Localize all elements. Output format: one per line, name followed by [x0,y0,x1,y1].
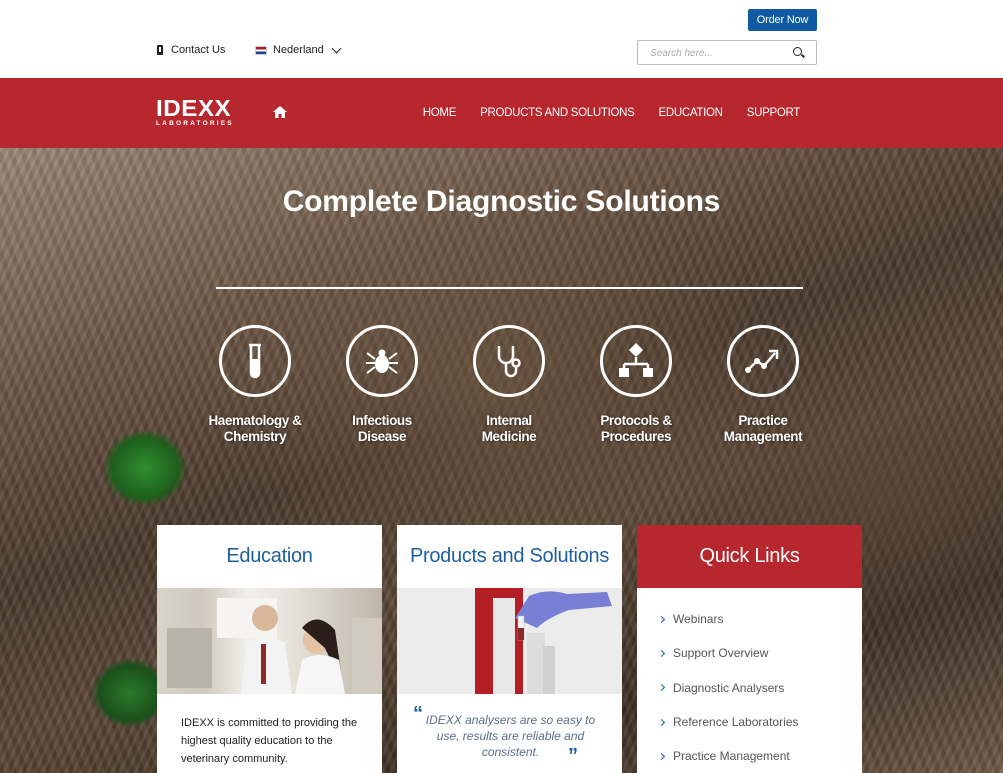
education-card-image [157,588,382,694]
chevron-down-icon [331,43,342,53]
trend-chart-icon [745,349,779,373]
category-label: Protocols & Procedures [600,413,672,444]
tick-icon [366,349,398,374]
search-icon[interactable] [793,47,802,56]
category-label: Infectious Disease [352,413,412,444]
category-circle [727,325,799,397]
products-card-image [397,588,622,694]
quick-link-reference-laboratories[interactable]: Reference Laboratories [657,705,862,739]
products-card-title[interactable]: Products and Solutions [397,525,622,588]
main-nav: IDEXX LABORATORIES HOME PRODUCTS AND SOL… [0,78,1003,148]
category-label: Practice Management [723,413,803,444]
category-label: Haematology & Chemistry [208,413,302,444]
phone-icon [157,45,163,55]
quick-link-support-overview[interactable]: Support Overview [657,636,862,670]
education-card-text: IDEXX is committed to providing the high… [181,717,358,765]
category-circle [346,325,418,397]
hero-divider [216,287,803,289]
products-card-quote: “ IDEXX analysers are so easy to use, re… [397,694,622,766]
country-selector[interactable]: Nederland [255,43,342,56]
quick-links-card: Quick Links Webinars Support Overview Di… [637,525,862,773]
nav-links: HOME PRODUCTS AND SOLUTIONS EDUCATION SU… [399,78,801,148]
category-circle [473,325,545,397]
chevron-right-icon [657,718,666,726]
category-haematology-chemistry[interactable]: Haematology & Chemistry [191,325,319,445]
nav-products-and-solutions[interactable]: PRODUCTS AND SOLUTIONS [480,107,635,119]
category-internal-medicine[interactable]: Internal Medicine [445,325,573,445]
education-card[interactable]: Education IDEXX is committed to providin… [157,525,382,773]
chevron-right-icon [657,752,666,760]
category-circle [219,325,291,397]
nav-education[interactable]: EDUCATION [659,107,723,119]
quick-links-title: Quick Links [637,525,862,588]
category-protocols-procedures[interactable]: Protocols & Procedures [572,325,700,445]
education-card-title[interactable]: Education [157,525,382,588]
search-box [637,40,817,65]
flowchart-icon [619,343,653,377]
test-tube-icon [249,343,261,379]
netherlands-flag-icon [255,45,267,55]
quote-open-icon: “ [413,703,423,725]
chevron-right-icon [657,684,666,692]
hero-banner: Complete Diagnostic Solutions Haematolog… [0,148,1003,773]
home-icon[interactable] [273,106,287,118]
country-label: Nederland [273,44,324,56]
logo-wordmark: IDEXX [156,95,232,121]
chevron-right-icon [657,615,666,623]
category-infectious-disease[interactable]: Infectious Disease [318,325,446,445]
category-label: Internal Medicine [481,413,537,444]
category-circle [600,325,672,397]
stethoscope-icon [497,346,521,378]
quick-link-practice-management[interactable]: Practice Management [657,739,862,773]
category-practice-management[interactable]: Practice Management [699,325,827,445]
contact-us-link[interactable]: Contact Us [157,44,225,56]
nav-home[interactable]: HOME [423,107,457,119]
logo-subtitle: LABORATORIES [156,120,234,127]
chevron-right-icon [657,649,666,657]
quick-link-webinars[interactable]: Webinars [657,602,862,636]
quote-close-icon: ” [568,745,578,767]
quick-links-list: Webinars Support Overview Diagnostic Ana… [637,588,862,773]
order-now-button[interactable]: Order Now [748,9,817,31]
hero-title: Complete Diagnostic Solutions [282,185,721,218]
idexx-logo[interactable]: IDEXX LABORATORIES [156,97,256,130]
utility-bar: Order Now Contact Us Nederland [0,0,1003,78]
contact-us-label: Contact Us [171,44,226,56]
search-input[interactable] [650,45,790,61]
quick-link-diagnostic-analysers[interactable]: Diagnostic Analysers [657,671,862,705]
products-card[interactable]: Products and Solutions “ IDEXX analysers… [397,525,622,773]
nav-support[interactable]: SUPPORT [747,107,801,119]
